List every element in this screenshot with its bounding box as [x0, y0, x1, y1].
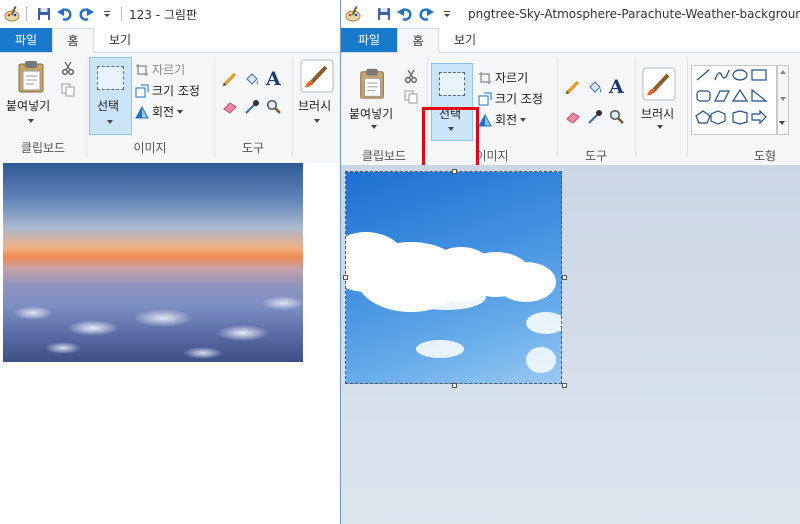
customize-icon[interactable]	[438, 5, 456, 23]
tab-home[interactable]: 홈	[397, 28, 439, 54]
redo-icon[interactable]	[77, 5, 95, 23]
text-icon[interactable]: A	[266, 68, 284, 90]
color-picker-icon[interactable]	[244, 99, 260, 115]
brushes-button[interactable]: 브러시	[298, 97, 331, 114]
paint-app-icon[interactable]	[3, 5, 21, 23]
ribbon-tabs: 파일 홈 보기	[341, 28, 800, 54]
quick-access-toolbar: 123 - 그림판	[0, 0, 340, 28]
toolbar-separator	[121, 7, 122, 21]
chevron-down-icon[interactable]	[520, 117, 527, 122]
tab-file[interactable]: 파일	[0, 28, 52, 52]
paste-button[interactable]: 붙여넣기	[349, 105, 393, 122]
group-separator	[687, 57, 688, 157]
gallery-expand-icon[interactable]	[779, 121, 785, 125]
tab-view[interactable]: 보기	[441, 28, 489, 52]
canvas-area[interactable]	[0, 163, 340, 524]
chevron-down-icon[interactable]	[177, 109, 184, 114]
group-separator	[635, 57, 636, 157]
image-group-label: 이미지	[133, 141, 167, 155]
resize-handle-corner[interactable]	[562, 383, 567, 388]
toolbar-separator	[26, 7, 27, 21]
tab-view[interactable]: 보기	[96, 28, 144, 52]
canvas-area[interactable]	[341, 165, 800, 524]
resize-icon	[478, 92, 492, 106]
select-icon	[439, 72, 465, 96]
paint-window-left: 123 - 그림판 파일 홈 보기 붙여넣기 클립보드 선택 자르기 크기 조정…	[0, 0, 340, 524]
sunset-clouds-image[interactable]	[3, 163, 303, 362]
chevron-down-icon[interactable]	[657, 125, 663, 129]
group-separator	[557, 57, 558, 157]
window-title: 123 - 그림판	[129, 7, 197, 22]
resize-button[interactable]: 크기 조정	[478, 90, 543, 107]
paste-button[interactable]: 붙여넣기	[6, 97, 50, 114]
redo-icon[interactable]	[417, 5, 435, 23]
resize-handle-left[interactable]	[343, 275, 348, 280]
rotate-button[interactable]: 회전	[478, 111, 527, 128]
cut-icon[interactable]	[404, 69, 418, 83]
paint-window-right: pngtree-Sky-Atmosphere-Parachute-Weather…	[340, 0, 800, 524]
fill-icon[interactable]	[244, 71, 260, 87]
chevron-down-icon[interactable]	[107, 120, 113, 124]
chevron-down-icon[interactable]	[28, 119, 34, 123]
cut-icon[interactable]	[61, 61, 75, 75]
copy-icon[interactable]	[404, 90, 418, 104]
rotate-button[interactable]: 회전	[135, 103, 184, 120]
paint-app-icon[interactable]	[344, 5, 362, 23]
fill-icon[interactable]	[587, 79, 603, 95]
rotate-icon	[478, 113, 492, 127]
rotate-icon	[135, 105, 149, 119]
undo-icon[interactable]	[56, 5, 74, 23]
undo-icon[interactable]	[396, 5, 414, 23]
crop-icon	[135, 63, 149, 77]
select-icon	[97, 66, 124, 90]
brush-icon[interactable]	[642, 67, 676, 101]
copy-icon[interactable]	[61, 83, 75, 97]
selection-rectangle[interactable]	[345, 171, 562, 384]
chevron-down-icon[interactable]	[371, 125, 377, 129]
text-icon[interactable]: A	[609, 76, 627, 98]
chevron-up-icon[interactable]	[780, 70, 786, 74]
paste-icon[interactable]	[356, 67, 390, 101]
pencil-icon[interactable]	[565, 79, 581, 95]
clipboard-group-label: 클립보드	[20, 141, 66, 155]
crop-button[interactable]: 자르기	[135, 61, 185, 78]
shapes-group-label: 도형	[753, 149, 777, 163]
color-picker-icon[interactable]	[587, 109, 603, 125]
save-icon[interactable]	[35, 5, 53, 23]
pencil-icon[interactable]	[222, 71, 238, 87]
save-icon[interactable]	[375, 5, 393, 23]
clipboard-group-label: 클립보드	[361, 149, 407, 163]
customize-icon[interactable]	[98, 5, 116, 23]
brushes-button[interactable]: 브러시	[641, 105, 674, 122]
tab-file[interactable]: 파일	[341, 28, 397, 52]
magnifier-icon[interactable]	[609, 109, 625, 125]
eraser-icon[interactable]	[565, 109, 581, 125]
chevron-down-icon[interactable]	[780, 97, 786, 101]
select-label: 선택	[97, 99, 120, 113]
resize-icon	[135, 84, 149, 98]
resize-button[interactable]: 크기 조정	[135, 82, 200, 99]
crop-icon	[478, 71, 492, 85]
eraser-icon[interactable]	[222, 99, 238, 115]
ribbon: 붙여넣기 클립보드 선택 자르기 크기 조정 회전 이미지	[341, 53, 800, 206]
tools-group-label: 도구	[584, 149, 608, 163]
group-separator	[292, 57, 293, 157]
resize-handle-top[interactable]	[452, 169, 457, 174]
shapes-gallery[interactable]	[691, 65, 777, 135]
magnifier-icon[interactable]	[266, 99, 282, 115]
gallery-scrollbar[interactable]	[777, 65, 789, 135]
brush-icon[interactable]	[300, 59, 334, 93]
tools-group-label: 도구	[241, 141, 265, 155]
resize-handle-right[interactable]	[562, 275, 567, 280]
chevron-down-icon[interactable]	[314, 119, 320, 123]
crop-button[interactable]: 자르기	[478, 69, 528, 86]
ribbon: 붙여넣기 클립보드 선택 자르기 크기 조정 회전 이미지	[0, 53, 340, 164]
tab-home[interactable]: 홈	[52, 28, 94, 54]
resize-handle-bottom[interactable]	[452, 383, 457, 388]
quick-access-toolbar: pngtree-Sky-Atmosphere-Parachute-Weather…	[341, 0, 800, 28]
paste-icon[interactable]	[14, 59, 50, 95]
ribbon-tabs: 파일 홈 보기	[0, 28, 340, 54]
window-title: pngtree-Sky-Atmosphere-Parachute-Weather…	[468, 7, 800, 21]
